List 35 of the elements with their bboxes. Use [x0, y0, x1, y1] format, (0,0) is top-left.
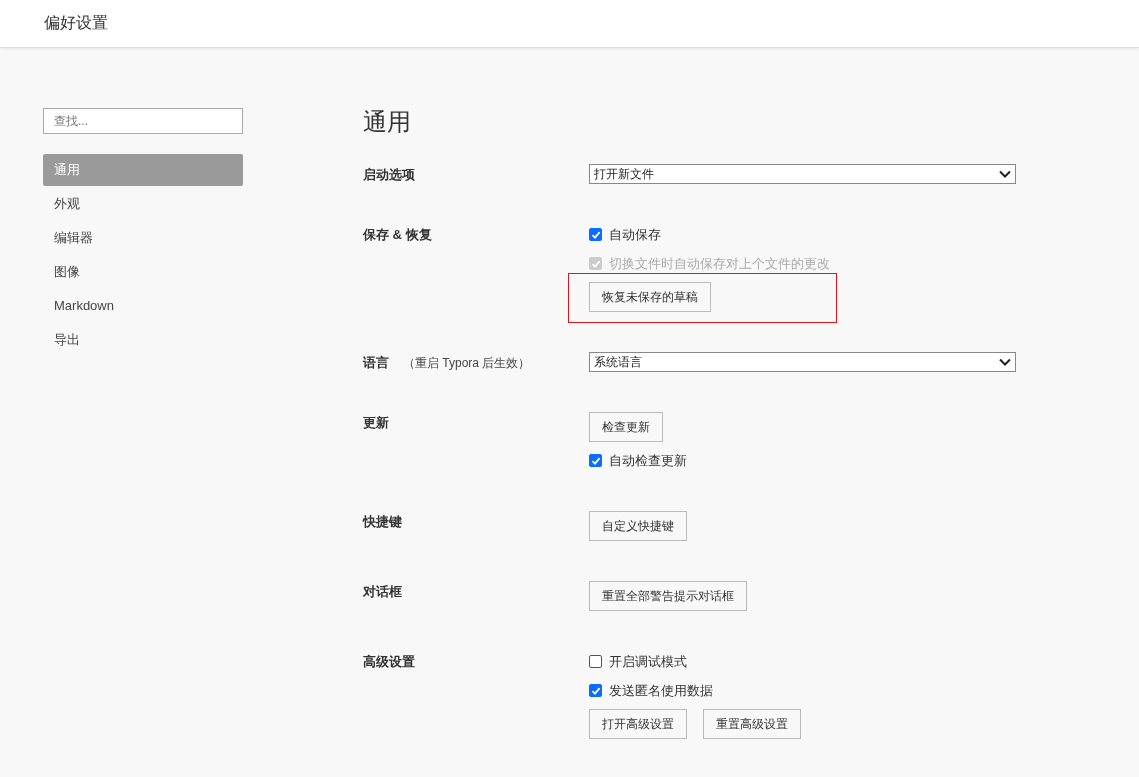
page-title: 通用: [363, 107, 412, 137]
action-button[interactable]: 重置全部警告提示对话框: [589, 581, 747, 611]
section-label: 高级设置: [363, 654, 415, 669]
action-button[interactable]: 恢复未保存的草稿: [589, 282, 711, 312]
checkbox[interactable]: [589, 454, 602, 467]
window-title: 偏好设置: [44, 13, 108, 33]
section-label: 对话框: [363, 584, 402, 599]
section-label: 快捷键: [363, 514, 402, 529]
sidebar-item[interactable]: 编辑器: [43, 222, 243, 254]
sidebar-item[interactable]: 图像: [43, 256, 243, 288]
action-button[interactable]: 自定义快捷键: [589, 511, 687, 541]
checkbox[interactable]: [589, 228, 602, 241]
section-label: 保存 & 恢复: [363, 227, 432, 242]
checkbox-label: 自动检查更新: [609, 451, 687, 470]
checkbox[interactable]: [589, 655, 602, 668]
section-label: 语言: [363, 355, 389, 370]
sidebar-item[interactable]: Markdown: [43, 290, 243, 322]
action-button[interactable]: 打开高级设置: [589, 709, 687, 739]
checkbox-label: 切换文件时自动保存对上个文件的更改: [609, 254, 830, 273]
chevron-down-icon: [999, 170, 1011, 178]
sidebar-item[interactable]: 导出: [43, 324, 243, 356]
section-label: 启动选项: [363, 167, 415, 182]
dropdown[interactable]: 打开新文件: [589, 164, 1016, 184]
sidebar-item[interactable]: 外观: [43, 188, 243, 220]
checkbox-label: 发送匿名使用数据: [609, 681, 713, 700]
section-note: （重启 Typora 后生效）: [403, 356, 531, 370]
action-button[interactable]: 检查更新: [589, 412, 663, 442]
checkbox-label: 开启调试模式: [609, 652, 687, 671]
checkbox[interactable]: [589, 684, 602, 697]
chevron-down-icon: [999, 358, 1011, 366]
section-label: 更新: [363, 415, 389, 430]
search-field[interactable]: 查找...: [43, 108, 243, 134]
checkbox-label: 自动保存: [609, 225, 661, 244]
action-button[interactable]: 重置高级设置: [703, 709, 801, 739]
dropdown[interactable]: 系统语言: [589, 352, 1016, 372]
